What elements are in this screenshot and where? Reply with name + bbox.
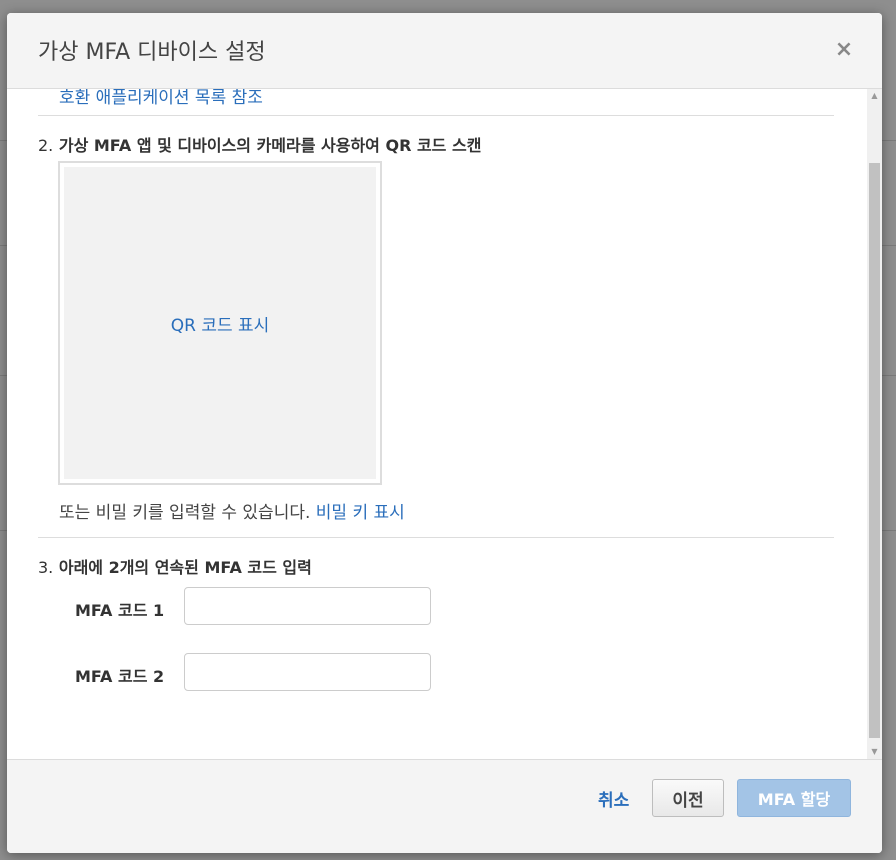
step-2-number: 2. bbox=[38, 136, 54, 155]
previous-button[interactable]: 이전 bbox=[652, 779, 724, 817]
step-2-title: 2. 가상 MFA 앱 및 디바이스의 카메라를 사용하여 QR 코드 스캔 bbox=[38, 132, 481, 156]
close-icon[interactable]: × bbox=[833, 39, 855, 61]
step-3-title: 3. 아래에 2개의 연속된 MFA 코드 입력 bbox=[38, 554, 312, 578]
step-3-text: 아래에 2개의 연속된 MFA 코드 입력 bbox=[58, 558, 312, 577]
mfa-code-1-input[interactable] bbox=[184, 587, 431, 625]
section-divider bbox=[38, 537, 834, 538]
step-2-text: 가상 MFA 앱 및 디바이스의 카메라를 사용하여 QR 코드 스캔 bbox=[58, 136, 482, 155]
cancel-button[interactable]: 취소 bbox=[598, 786, 629, 811]
secret-key-hint: 또는 비밀 키를 입력할 수 있습니다. bbox=[59, 503, 316, 523]
mfa-setup-dialog: 가상 MFA 디바이스 설정 × 호환 애플리케이션 목록 참조 2. 가상 M… bbox=[7, 13, 882, 853]
dialog-scrollbar[interactable]: ▲ ▼ bbox=[867, 89, 882, 759]
qr-code-panel: QR 코드 표시 bbox=[58, 161, 382, 485]
assign-mfa-button[interactable]: MFA 할당 bbox=[737, 779, 851, 817]
mfa-code-1-label: MFA 코드 1 bbox=[75, 601, 165, 620]
dialog-header: 가상 MFA 디바이스 설정 × bbox=[7, 13, 882, 89]
qr-code-placeholder: QR 코드 표시 bbox=[64, 167, 376, 479]
compatible-apps-link[interactable]: 호환 애플리케이션 목록 참조 bbox=[59, 89, 263, 108]
mfa-code-2-input[interactable] bbox=[184, 653, 431, 691]
dialog-body: 호환 애플리케이션 목록 참조 2. 가상 MFA 앱 및 디바이스의 카메라를… bbox=[7, 89, 866, 759]
scrollbar-thumb[interactable] bbox=[869, 163, 880, 738]
mfa-code-2-label: MFA 코드 2 bbox=[75, 667, 165, 686]
secret-key-line: 또는 비밀 키를 입력할 수 있습니다. 비밀 키 표시 bbox=[59, 498, 405, 523]
section-divider bbox=[38, 115, 834, 116]
step-3-number: 3. bbox=[38, 558, 54, 577]
dialog-title: 가상 MFA 디바이스 설정 bbox=[38, 40, 266, 65]
dialog-footer: 취소 이전 MFA 할당 bbox=[7, 759, 882, 853]
scroll-down-arrow-icon[interactable]: ▼ bbox=[867, 745, 882, 759]
show-qr-code-link[interactable]: QR 코드 표시 bbox=[171, 311, 270, 336]
show-secret-key-link[interactable]: 비밀 키 표시 bbox=[316, 503, 405, 523]
scroll-up-arrow-icon[interactable]: ▲ bbox=[867, 89, 882, 103]
